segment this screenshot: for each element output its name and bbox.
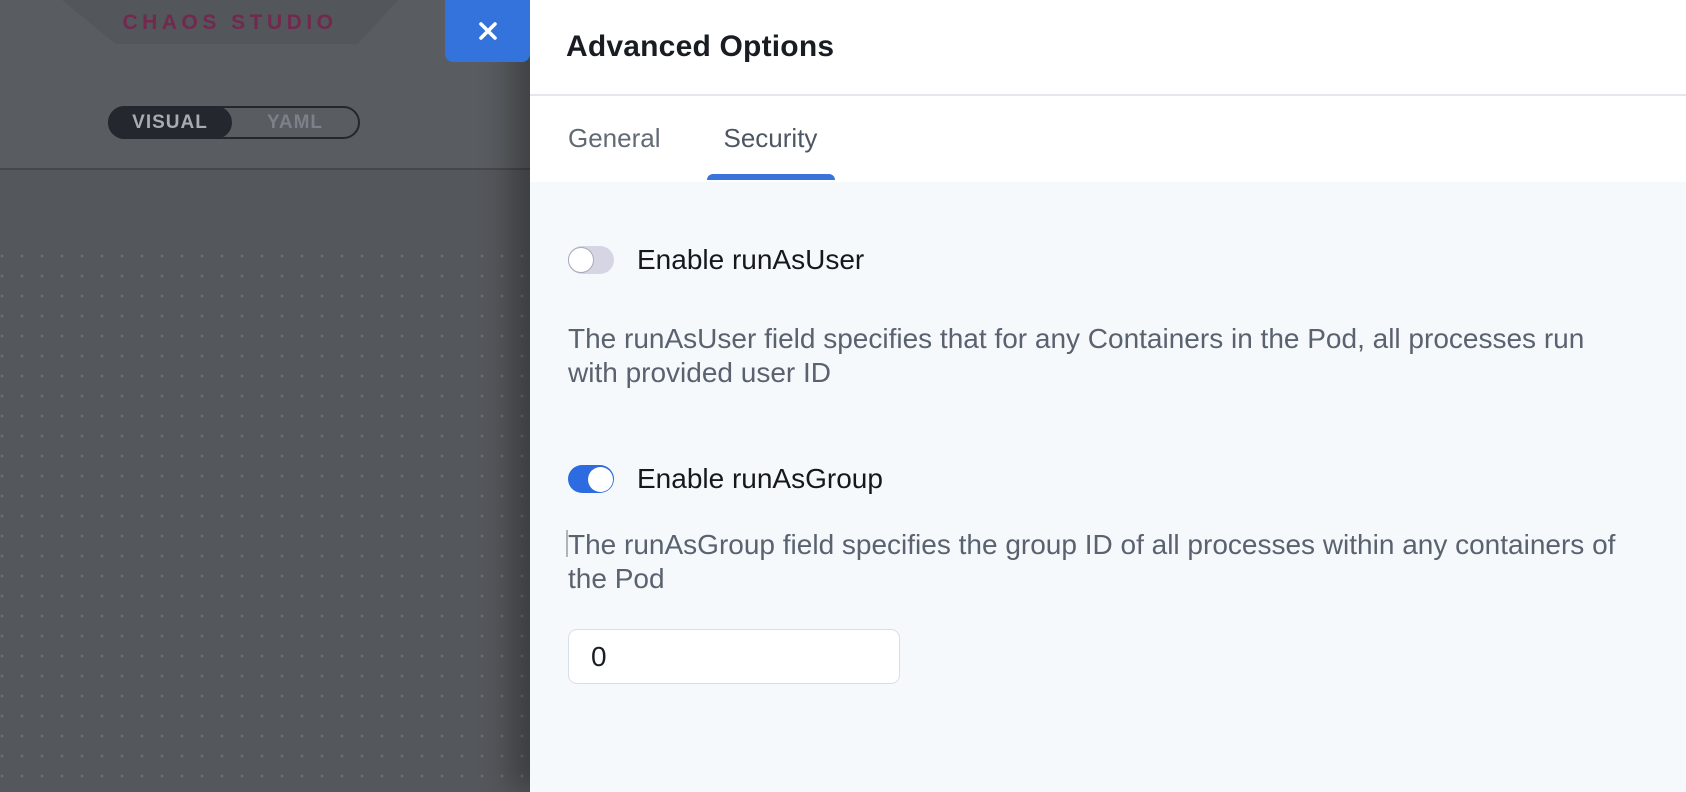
brand-title: CHAOS STUDIO bbox=[122, 9, 337, 35]
text-cursor-ibeam bbox=[566, 530, 568, 557]
run-as-user-row: Enable runAsUser bbox=[568, 244, 1646, 276]
workflow-canvas bbox=[0, 172, 530, 792]
view-mode-toggle[interactable]: VISUAL YAML bbox=[108, 106, 360, 139]
run-as-user-description: The runAsUser field specifies that for a… bbox=[568, 322, 1638, 390]
canvas-dot-grid bbox=[0, 254, 530, 792]
brand-banner: CHAOS STUDIO bbox=[62, 0, 398, 44]
yaml-mode-label: YAML bbox=[267, 112, 323, 134]
panel-tabs: General Security bbox=[530, 96, 1686, 180]
background-app: CHAOS STUDIO VISUAL YAML bbox=[0, 0, 530, 792]
run-as-group-row: Enable runAsGroup bbox=[568, 463, 1646, 495]
close-icon bbox=[477, 20, 499, 42]
advanced-options-panel: Advanced Options General Security Enable… bbox=[530, 0, 1686, 792]
run-as-group-toggle[interactable] bbox=[568, 465, 614, 493]
toggle-knob bbox=[568, 247, 594, 273]
toggle-knob bbox=[588, 467, 613, 492]
tab-security[interactable]: Security bbox=[724, 96, 818, 180]
run-as-group-value-input[interactable] bbox=[568, 629, 900, 684]
yaml-mode-button[interactable]: YAML bbox=[232, 108, 358, 137]
visual-mode-label: VISUAL bbox=[132, 112, 208, 134]
tab-general[interactable]: General bbox=[568, 96, 661, 180]
panel-header: Advanced Options bbox=[530, 0, 1686, 96]
tab-security-label: Security bbox=[724, 123, 818, 154]
tab-general-label: General bbox=[568, 123, 661, 154]
run-as-user-toggle[interactable] bbox=[568, 246, 614, 274]
visual-mode-button[interactable]: VISUAL bbox=[108, 106, 232, 139]
security-tab-content: Enable runAsUser The runAsUser field spe… bbox=[530, 182, 1686, 792]
close-panel-button[interactable] bbox=[445, 0, 530, 62]
run-as-user-label: Enable runAsUser bbox=[637, 244, 864, 276]
run-as-group-label: Enable runAsGroup bbox=[637, 463, 883, 495]
panel-title: Advanced Options bbox=[566, 30, 834, 64]
run-as-group-description: The runAsGroup field specifies the group… bbox=[568, 528, 1638, 596]
